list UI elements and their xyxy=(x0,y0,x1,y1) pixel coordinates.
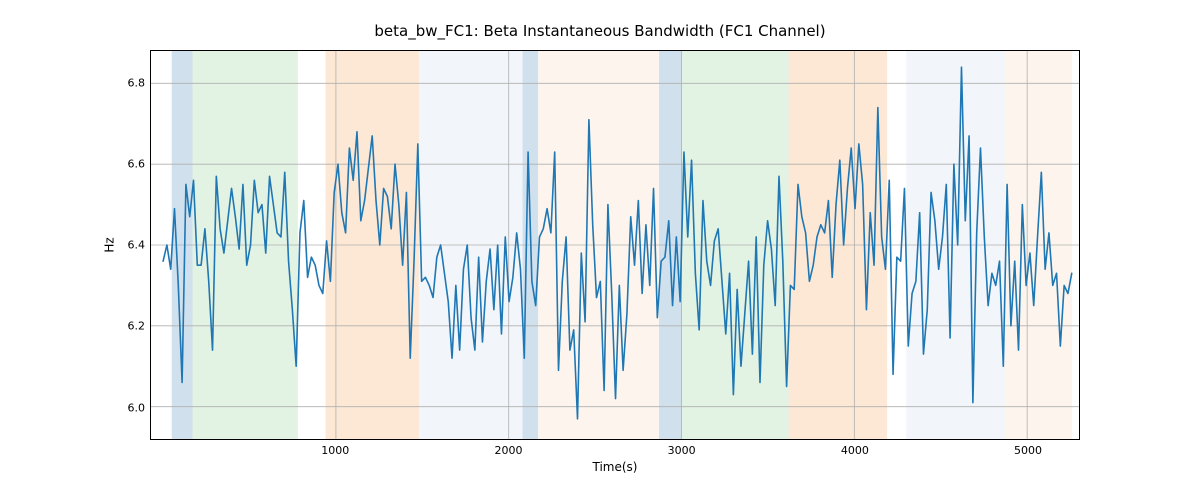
y-tick-label: 6.0 xyxy=(85,401,145,414)
x-tick-label: 4000 xyxy=(825,444,885,457)
x-tick-label: 2000 xyxy=(478,444,538,457)
x-tick-label: 5000 xyxy=(998,444,1058,457)
y-tick-label: 6.2 xyxy=(85,320,145,333)
y-tick-label: 6.8 xyxy=(85,76,145,89)
y-tick-label: 6.6 xyxy=(85,157,145,170)
x-axis-label: Time(s) xyxy=(150,460,1080,474)
x-tick-label: 1000 xyxy=(305,444,365,457)
y-tick-label: 6.4 xyxy=(85,239,145,252)
x-tick-label: 3000 xyxy=(652,444,712,457)
figure: beta_bw_FC1: Beta Instantaneous Bandwidt… xyxy=(0,0,1200,500)
plot-svg xyxy=(151,51,1079,439)
chart-title: beta_bw_FC1: Beta Instantaneous Bandwidt… xyxy=(0,22,1200,40)
plot-area xyxy=(150,50,1080,440)
